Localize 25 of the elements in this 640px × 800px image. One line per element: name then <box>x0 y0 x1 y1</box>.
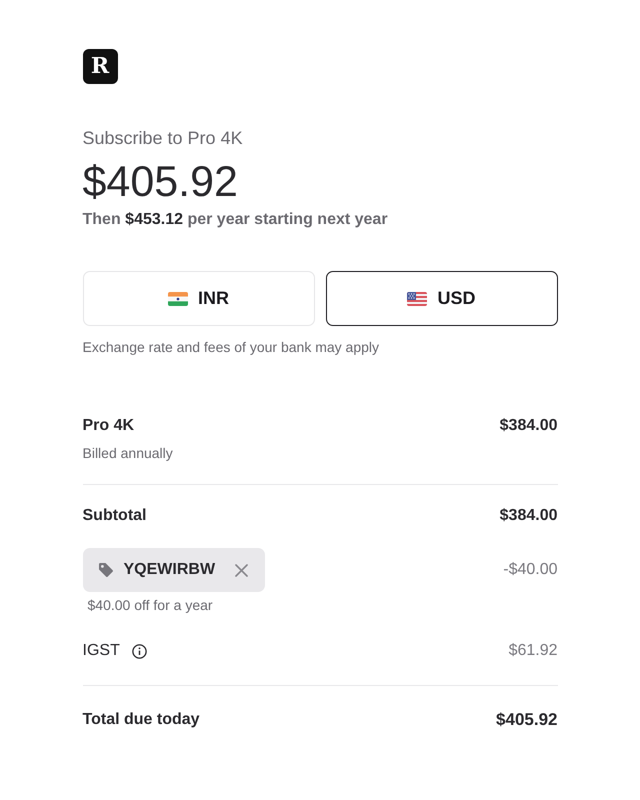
coupon-note: $40.00 off for a year <box>88 596 214 615</box>
total-amount: $405.92 <box>496 709 558 731</box>
app-logo: R <box>82 49 118 84</box>
coupon-code: YQEWIRBW <box>124 560 216 580</box>
currency-button[interactable]: USD <box>326 271 558 326</box>
renewal-text: Then $453.12 per year starting next year <box>82 210 389 230</box>
total-label: Total due today <box>82 710 200 730</box>
product-name: Pro 4K <box>82 416 134 436</box>
currency-button[interactable]: INR <box>82 271 314 326</box>
product-amount: $384.00 <box>500 416 558 436</box>
us-flag-icon <box>407 292 428 306</box>
exchange-note: Exchange rate and fees of your bank may apply <box>82 338 380 357</box>
info-icon[interactable] <box>132 644 147 658</box>
billing-note: Billed annually <box>82 444 174 463</box>
plan-title: Subscribe to Pro 4K <box>82 127 244 150</box>
close-icon <box>235 564 248 576</box>
tag-icon <box>98 562 114 578</box>
discount-amount: -$40.00 <box>503 560 558 580</box>
tax-label: IGST <box>82 641 120 661</box>
price: $405.92 <box>82 157 239 208</box>
subtotal-label: Subtotal <box>82 506 146 526</box>
tax-amount: $61.92 <box>508 641 558 661</box>
india-flag-icon <box>168 292 188 306</box>
remove-coupon-button[interactable] <box>234 563 248 577</box>
subtotal-amount: $384.00 <box>500 506 558 526</box>
